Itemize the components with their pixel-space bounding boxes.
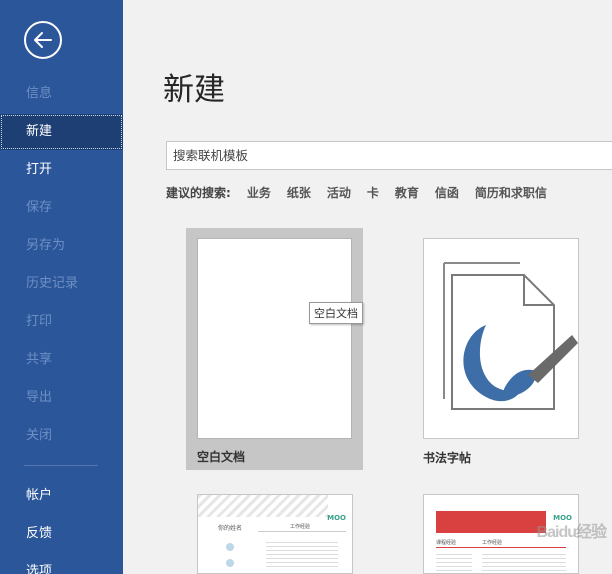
suggested-tag-card[interactable]: 卡 [367,184,379,201]
nav-open[interactable]: 打开 [0,152,123,188]
back-arrow-icon[interactable] [24,21,62,59]
resume-rule [258,531,346,532]
resume-body-lines [436,551,472,571]
nav-options[interactable]: 选项 [0,554,123,574]
suggested-tag-education[interactable]: 教育 [395,184,419,201]
resume-body-lines [266,539,338,569]
template-blank-name: 空白文档 [197,450,246,464]
resume-body-lines [482,551,566,571]
nav-new[interactable]: 新建 [0,114,123,150]
nav-close[interactable]: 关闭 [0,418,123,454]
nav-history[interactable]: 历史记录 [0,266,123,302]
nav-save-as[interactable]: 另存为 [0,228,123,264]
calligraphy-brush-icon [443,262,578,410]
template-resume-moo[interactable]: MOO 你的姓名 工作经验 [197,494,353,574]
nav-divider [24,465,98,466]
suggested-tag-resume[interactable]: 简历和求职信 [475,184,547,201]
search-input[interactable]: 搜索联机模板 [166,141,612,170]
nav-print[interactable]: 打印 [0,304,123,340]
resume-rule [436,547,566,548]
nav-export[interactable]: 导出 [0,380,123,416]
tooltip: 空白文档 [309,302,363,324]
resume-header-pattern [198,495,328,517]
suggested-tag-event[interactable]: 活动 [327,184,351,201]
template-calligraphy[interactable] [423,238,579,439]
suggested-tag-business[interactable]: 业务 [247,184,271,201]
backstage-sidebar: 信息 新建 打开 保存 另存为 历史记录 打印 共享 导出 关闭 帐户 反馈 选… [0,0,123,574]
suggested-searches: 建议的搜索: 业务 纸张 活动 卡 教育 信函 简历和求职信 [166,183,547,201]
watermark: Baidu经验 [536,524,607,541]
resume-name-heading: 你的姓名 [218,525,243,532]
template-calligraphy-name: 书法字帖 [423,451,472,465]
blank-document-thumbnail [197,238,352,439]
page-title: 新建 [163,72,225,108]
nav-account[interactable]: 帐户 [0,478,123,514]
resume-section-heading: 工作经验 [482,540,503,546]
suggested-label: 建议的搜索: [166,185,231,200]
nav-info[interactable]: 信息 [0,76,123,112]
contact-icon [226,543,234,551]
main-panel: 新建 搜索联机模板 建议的搜索: 业务 纸张 活动 卡 教育 信函 简历和求职信… [123,0,612,574]
nav-save[interactable]: 保存 [0,190,123,226]
resume-section-heading: 课程经验 [436,540,457,546]
resume-section-heading: 工作经验 [290,524,311,530]
resume-red-header [436,511,546,533]
nav-feedback[interactable]: 反馈 [0,516,123,552]
template-blank-document[interactable]: 空白文档 [186,228,363,470]
suggested-tag-letter[interactable]: 信函 [435,184,459,201]
contact-icon [226,559,234,567]
suggested-tag-paper[interactable]: 纸张 [287,184,311,201]
nav-share[interactable]: 共享 [0,342,123,378]
moo-logo: MOO [327,514,346,522]
